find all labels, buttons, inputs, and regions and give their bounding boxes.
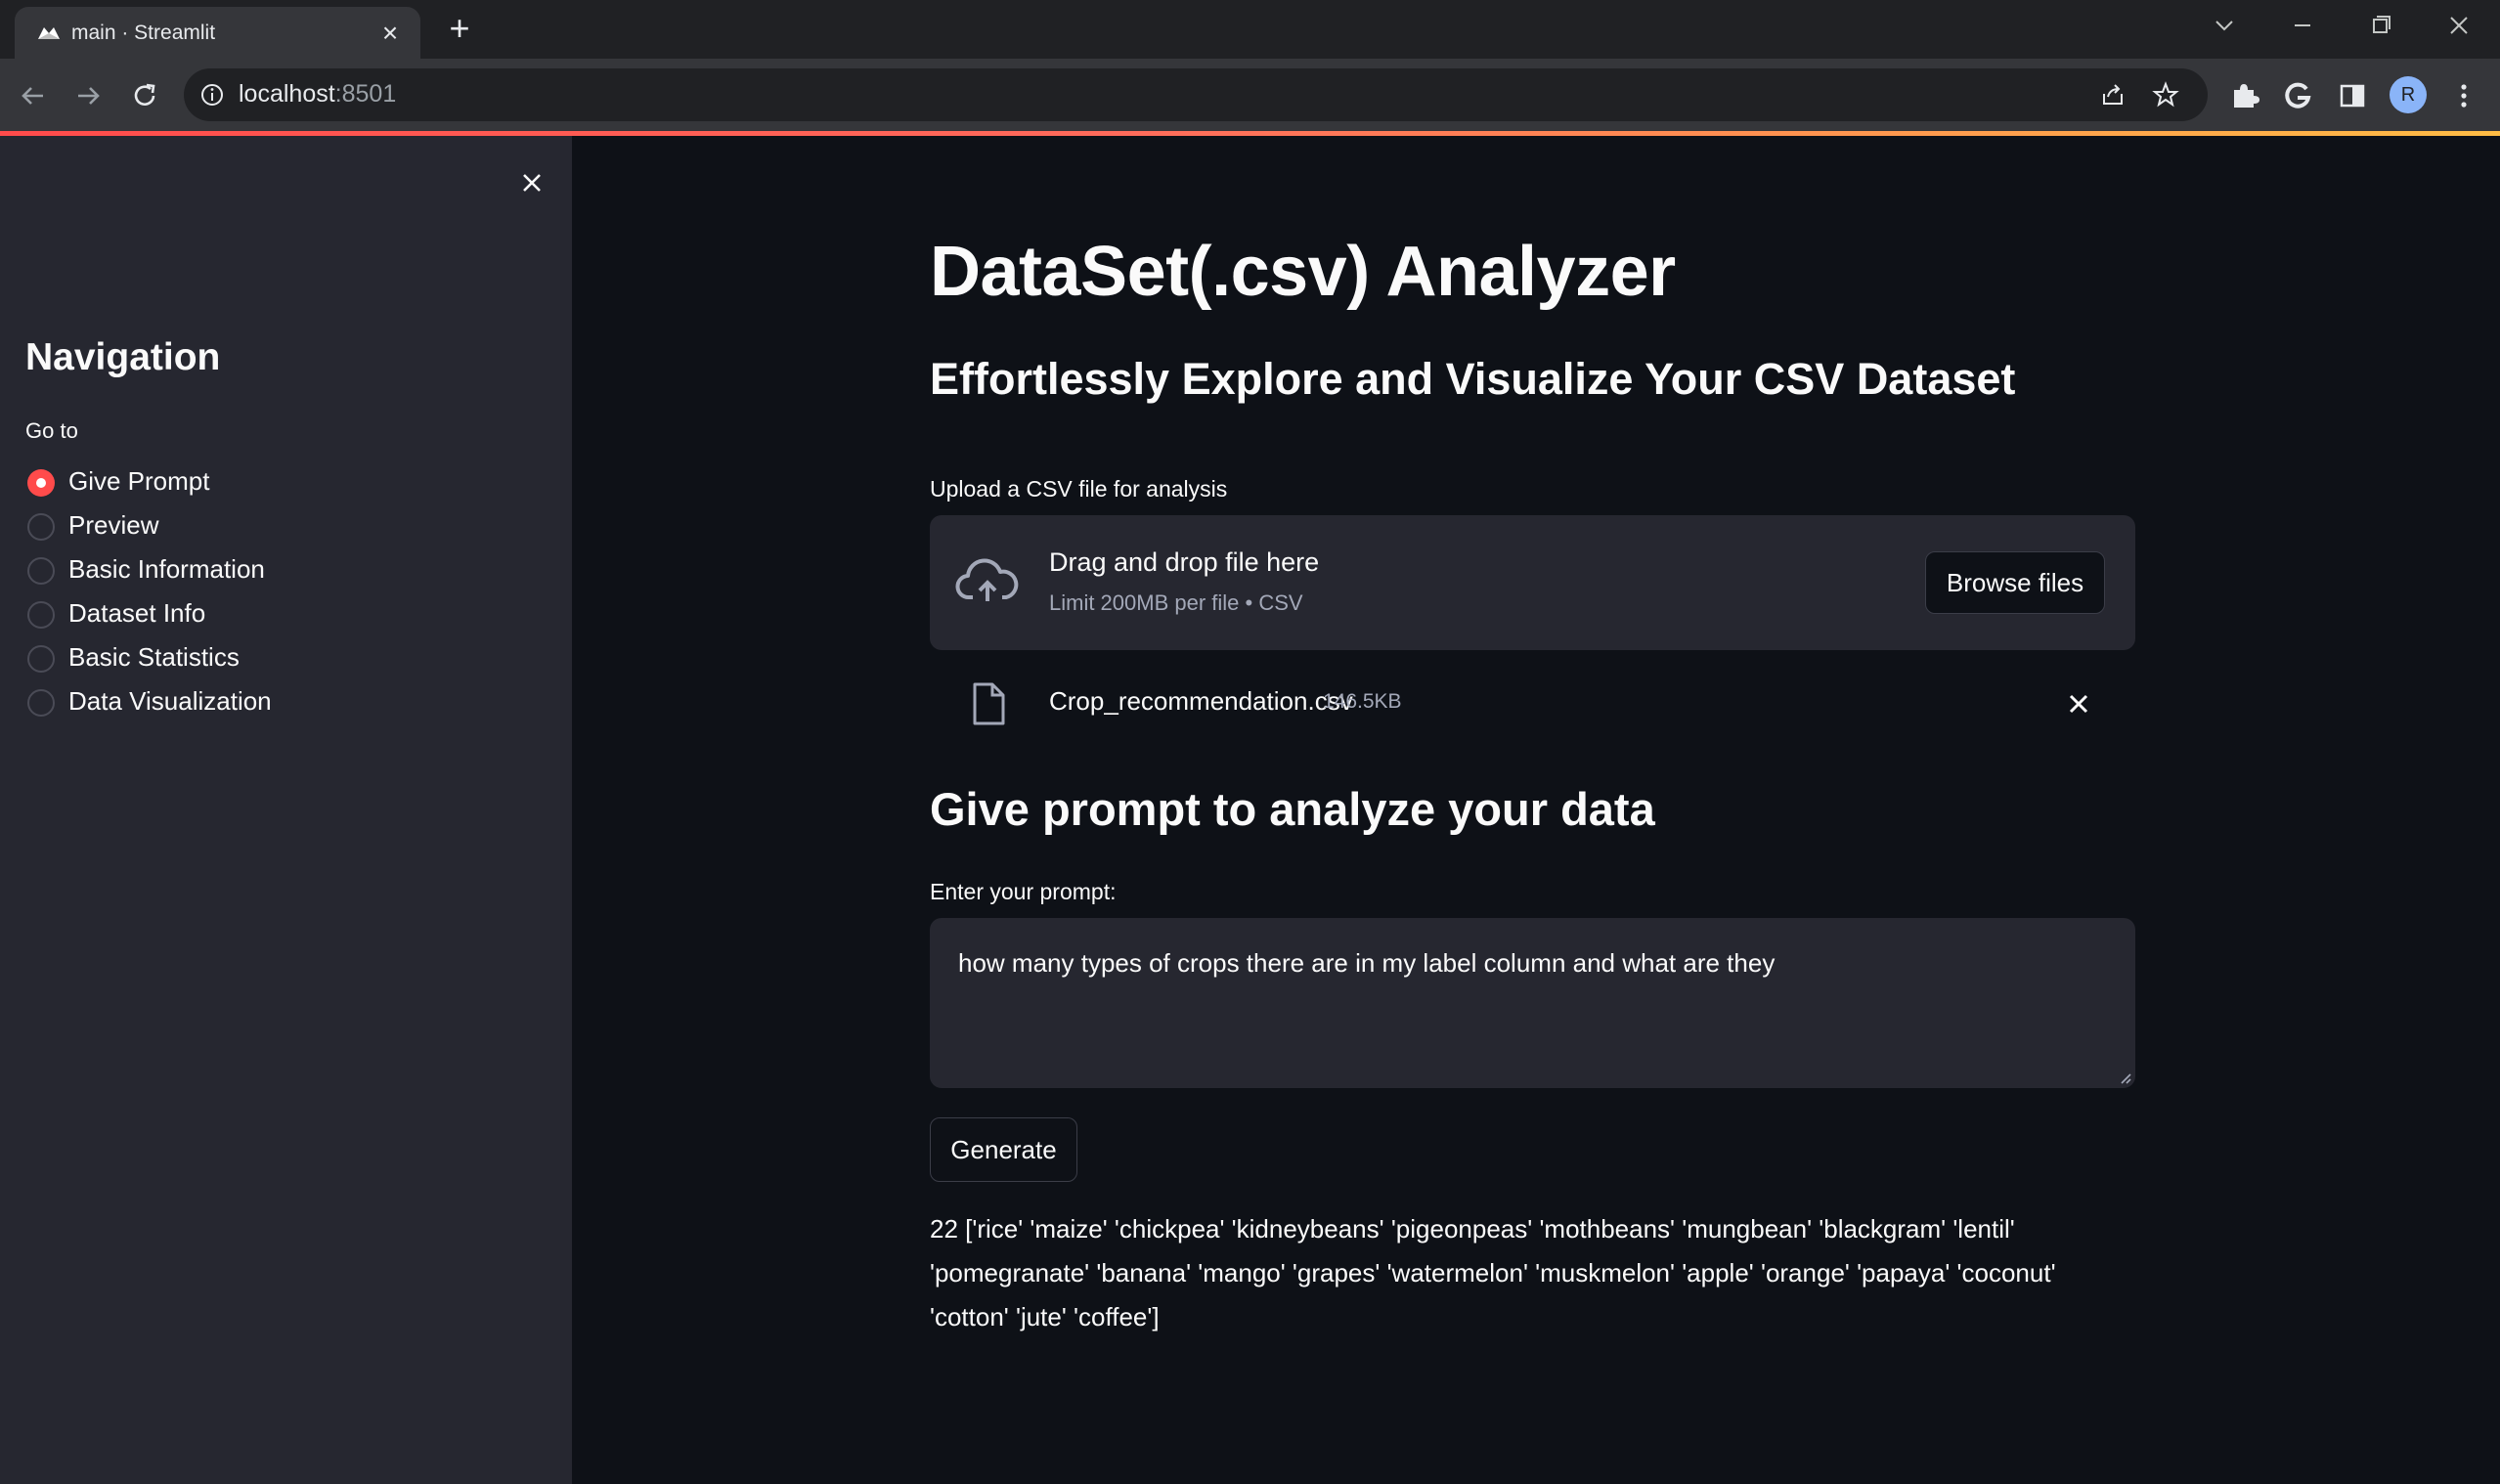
nav-option-basic-information[interactable]: Basic Information: [27, 550, 516, 589]
nav-option-basic-statistics[interactable]: Basic Statistics: [27, 638, 516, 677]
dropzone-instructions: Drag and drop file here: [1049, 547, 1320, 577]
sidebar-title: Navigation: [25, 336, 221, 378]
restore-icon[interactable]: [2356, 8, 2405, 43]
nav-option-preview[interactable]: Preview: [27, 506, 516, 546]
cloud-upload-icon: [955, 558, 1019, 601]
sidebar-close-icon[interactable]: [514, 165, 549, 200]
result-text-line-1: 22 ['rice' 'maize' 'chickpea' 'kidneybea…: [930, 1214, 2015, 1244]
radio-button[interactable]: [27, 689, 55, 717]
new-tab-icon[interactable]: +: [442, 11, 477, 47]
prompt-input-label: Enter your prompt:: [930, 879, 1117, 904]
nav-option-label: Basic Information: [68, 554, 265, 584]
tab-close-icon[interactable]: ×: [376, 20, 404, 47]
generate-button[interactable]: Generate: [930, 1117, 1077, 1182]
nav-option-label: Basic Statistics: [68, 642, 240, 672]
file-dropzone[interactable]: Drag and drop file here Limit 200MB per …: [930, 515, 2135, 650]
result-text-line-2: 'pomegranate' 'banana' 'mango' 'grapes' …: [930, 1258, 2056, 1288]
file-uploader-label: Upload a CSV file for analysis: [930, 476, 1228, 502]
nav-option-give-prompt[interactable]: Give Prompt: [27, 462, 516, 502]
result-text-line-3: 'cotton' 'jute' 'coffee']: [930, 1302, 1160, 1331]
extensions-puzzle-icon[interactable]: [2224, 76, 2263, 115]
side-panel-icon[interactable]: [2333, 76, 2372, 115]
url-host: localhost: [239, 80, 335, 108]
uploaded-file-name: Crop_recommendation.csv: [1049, 686, 1353, 716]
grammarly-g-icon[interactable]: [2278, 76, 2317, 115]
address-bar[interactable]: localhost:8501: [184, 68, 2208, 121]
uploaded-file-size: 146.5KB: [1323, 690, 1402, 713]
back-arrow-icon[interactable]: [14, 76, 53, 115]
main-content: DataSet(.csv) Analyzer Effortlessly Expl…: [572, 136, 2500, 1484]
nav-option-data-visualization[interactable]: Data Visualization: [27, 682, 516, 721]
radio-button-selected[interactable]: [27, 469, 55, 497]
prompt-section-heading: Give prompt to analyze your data: [930, 783, 1655, 835]
screen: main · Streamlit × + localhost:8501 R Na…: [0, 0, 2500, 1484]
prompt-textarea-value: how many types of crops there are in my …: [958, 948, 1776, 978]
share-icon[interactable]: [2098, 80, 2127, 109]
site-info-icon[interactable]: [199, 82, 225, 108]
nav-option-label: Preview: [68, 510, 159, 540]
radio-button[interactable]: [27, 601, 55, 629]
browser-menu-kebab-icon[interactable]: [2444, 76, 2483, 115]
forward-arrow-icon[interactable]: [68, 76, 108, 115]
url-port: :8501: [334, 80, 397, 108]
window-close-icon[interactable]: [2434, 8, 2483, 43]
browser-tab-bar: main · Streamlit × +: [0, 0, 2500, 59]
nav-option-label: Data Visualization: [68, 686, 272, 716]
reload-icon[interactable]: [125, 76, 164, 115]
sidebar: Navigation Go to Give Prompt Preview Bas…: [0, 136, 572, 1484]
profile-avatar[interactable]: R: [2390, 76, 2427, 113]
nav-option-label: Dataset Info: [68, 598, 206, 628]
remove-file-icon[interactable]: [2063, 688, 2094, 720]
resize-grip-icon[interactable]: [2118, 1070, 2131, 1084]
radio-group-label: Go to: [25, 418, 78, 443]
radio-button[interactable]: [27, 513, 55, 541]
nav-option-label: Give Prompt: [68, 466, 210, 496]
uploaded-file-row: Crop_recommendation.csv 146.5KB: [930, 672, 2135, 736]
tab-title: main · Streamlit: [71, 22, 216, 44]
minimize-icon[interactable]: [2278, 8, 2327, 43]
radio-button[interactable]: [27, 557, 55, 585]
dropzone-limit-text: Limit 200MB per file • CSV: [1049, 590, 1303, 615]
browser-toolbar: localhost:8501 R: [0, 59, 2500, 133]
browse-files-button[interactable]: Browse files: [1925, 551, 2105, 614]
browser-tab[interactable]: main · Streamlit ×: [15, 7, 420, 59]
streamlit-logo-icon: [38, 27, 60, 39]
url-text: localhost:8501: [239, 80, 396, 109]
page-subtitle: Effortlessly Explore and Visualize Your …: [930, 354, 2016, 404]
page-title: DataSet(.csv) Analyzer: [930, 233, 1676, 311]
bookmark-star-icon[interactable]: [2151, 80, 2180, 109]
radio-button[interactable]: [27, 645, 55, 673]
file-document-icon: [973, 682, 1005, 725]
prompt-textarea[interactable]: how many types of crops there are in my …: [930, 918, 2135, 1088]
nav-option-dataset-info[interactable]: Dataset Info: [27, 594, 516, 633]
tab-search-chevron-icon[interactable]: [2200, 8, 2249, 43]
